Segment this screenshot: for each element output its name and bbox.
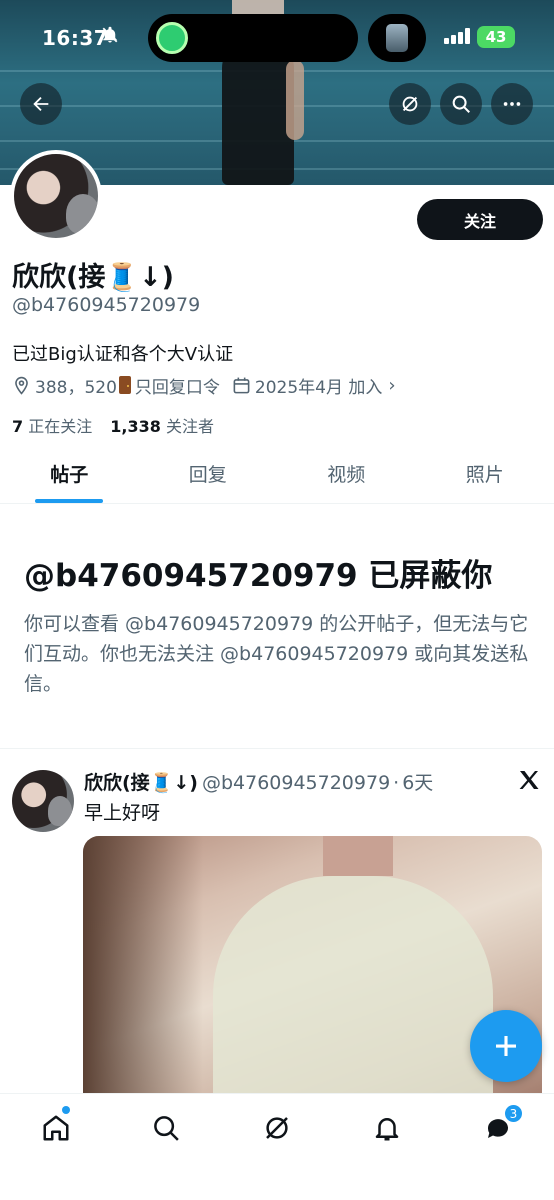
tab-posts[interactable]: 帖子 [0, 448, 139, 503]
following-link[interactable]: 7 正在关注 [12, 413, 92, 437]
home-icon [43, 1115, 69, 1141]
profile-meta: 388，520 只回复口令 2025年4月 加入 › [12, 373, 396, 398]
search-icon [452, 95, 470, 113]
divider [0, 748, 554, 749]
door-icon [118, 376, 131, 394]
location-icon [15, 376, 28, 395]
joined-date[interactable]: 2025年4月 加入 [255, 373, 382, 398]
bottom-nav: 3 [0, 1093, 554, 1200]
chevron-right-icon[interactable]: › [388, 375, 395, 396]
blocked-description: 你可以查看 @b4760945720979 的公开帖子，但无法与它们互动。你也无… [24, 613, 529, 695]
location-suffix: 只回复口令 [134, 377, 220, 398]
location-text: 388，520 [35, 377, 117, 398]
more-button[interactable] [491, 83, 533, 125]
avatar[interactable] [10, 150, 102, 242]
activity-icon [156, 22, 188, 54]
search-button[interactable] [440, 83, 482, 125]
blocked-title: @b4760945720979 已屏蔽你 [24, 558, 493, 594]
grok-button[interactable] [389, 83, 431, 125]
nav-grok[interactable] [257, 1108, 297, 1148]
plus-icon [496, 1036, 516, 1056]
bell-icon [375, 1118, 399, 1141]
status-time: 16:37 [42, 26, 109, 50]
back-button[interactable] [20, 83, 62, 125]
tab-videos[interactable]: 视频 [277, 448, 416, 503]
post-header: 欣欣(接🧵↓) @b4760945720979 · 6天 [84, 768, 433, 795]
follow-counts: 7 正在关注 1,338 关注者 [12, 413, 214, 437]
bell-off-icon [101, 26, 119, 49]
profile-tabs: 帖子 回复 视频 照片 [0, 448, 554, 504]
live-activity [368, 14, 426, 62]
follow-button[interactable]: 关注 [417, 199, 543, 240]
profile-display-name: 欣欣(接🧵↓) [12, 262, 174, 293]
home-badge [62, 1106, 70, 1114]
messages-badge: 3 [504, 1104, 523, 1123]
post-author-handle[interactable]: @b4760945720979 [202, 772, 390, 794]
search-icon [154, 1116, 179, 1141]
tab-replies[interactable]: 回复 [139, 448, 278, 503]
nav-search[interactable] [146, 1108, 186, 1148]
post-avatar[interactable] [12, 770, 74, 832]
tab-photos[interactable]: 照片 [416, 448, 554, 503]
post-time: 6天 [402, 772, 434, 794]
grok-icon [266, 1117, 288, 1139]
battery-indicator: 43 [477, 26, 515, 48]
signal-icon [444, 28, 470, 44]
more-icon [503, 102, 521, 106]
profile-handle: @b4760945720979 [12, 294, 201, 316]
calendar-icon [233, 377, 250, 393]
post-text: 早上好呀 [84, 802, 161, 824]
profile-bio: 已过Big认证和各个大V认证 [12, 344, 234, 365]
post-author-name[interactable]: 欣欣(接🧵↓) [84, 768, 198, 795]
post-separator: · [393, 772, 400, 794]
compose-button[interactable] [470, 1010, 542, 1082]
dynamic-island [148, 14, 358, 62]
followers-link[interactable]: 1,338 关注者 [110, 413, 214, 437]
nav-home[interactable] [36, 1108, 76, 1148]
arrow-left-icon [33, 96, 49, 112]
nav-notifications[interactable] [367, 1108, 407, 1148]
x-logo-icon [519, 771, 539, 789]
grok-icon [402, 96, 418, 112]
